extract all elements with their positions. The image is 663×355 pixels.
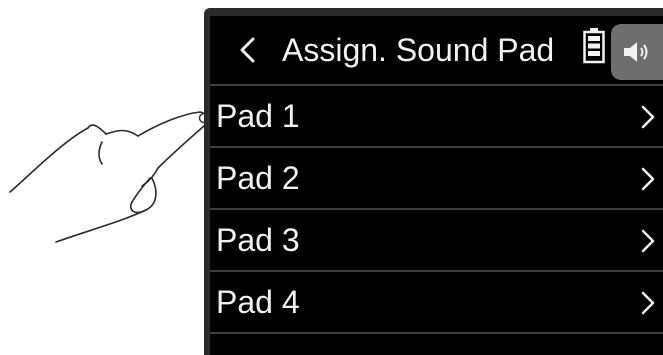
device-frame: Assign. Sound Pad Pad 1 Pad 2 Pad 3 Pad …: [204, 8, 663, 355]
pad-label: Pad 1: [216, 98, 300, 134]
pad-label: Pad 2: [216, 160, 300, 196]
chevron-right-icon: [641, 291, 655, 315]
chevron-left-icon: [240, 37, 255, 63]
battery-icon: [583, 28, 605, 64]
pad-label: Pad 3: [216, 222, 300, 258]
pad-1-row[interactable]: Pad 1: [210, 86, 663, 148]
pad-2-row[interactable]: Pad 2: [210, 148, 663, 210]
speaker-button[interactable]: [611, 24, 663, 80]
pad-4-row[interactable]: Pad 4: [210, 272, 663, 334]
chevron-right-icon: [641, 229, 655, 253]
back-button[interactable]: [232, 34, 262, 66]
pad-3-row[interactable]: Pad 3: [210, 210, 663, 272]
touch-screen: Assign. Sound Pad Pad 1 Pad 2 Pad 3 Pad …: [210, 16, 663, 355]
page-title: Assign. Sound Pad: [282, 32, 555, 68]
chevron-right-icon: [641, 105, 655, 129]
pad-label: Pad 4: [216, 284, 300, 320]
chevron-right-icon: [641, 167, 655, 191]
speaker-icon: [624, 42, 648, 62]
title-bar: Assign. Sound Pad: [210, 16, 663, 86]
